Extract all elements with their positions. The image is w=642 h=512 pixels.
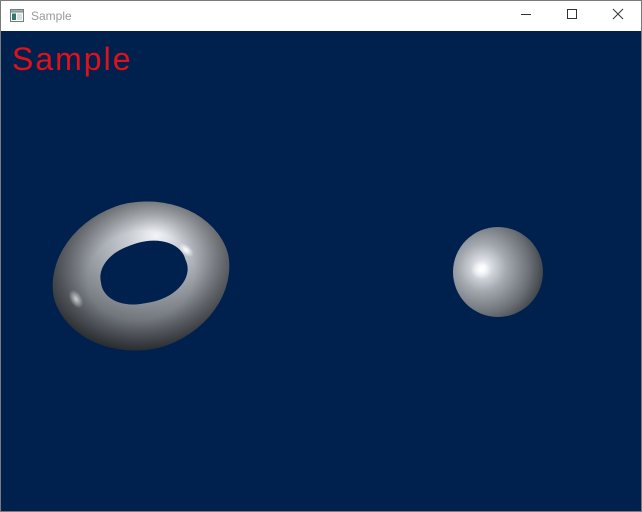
close-icon	[612, 7, 624, 25]
render-viewport[interactable]: Sample	[1, 31, 641, 511]
application-window: Sample Sample	[0, 0, 642, 512]
close-button[interactable]	[595, 1, 641, 31]
scene-canvas	[1, 31, 641, 511]
maximize-icon	[566, 7, 578, 25]
window-title: Sample	[31, 9, 72, 23]
maximize-button[interactable]	[549, 1, 595, 31]
sphere-object	[453, 227, 543, 317]
title-bar[interactable]: Sample	[1, 1, 641, 31]
overlay-label: Sample	[12, 41, 133, 77]
minimize-button[interactable]	[503, 1, 549, 31]
minimize-icon	[520, 7, 532, 25]
app-window-icon	[10, 9, 24, 22]
